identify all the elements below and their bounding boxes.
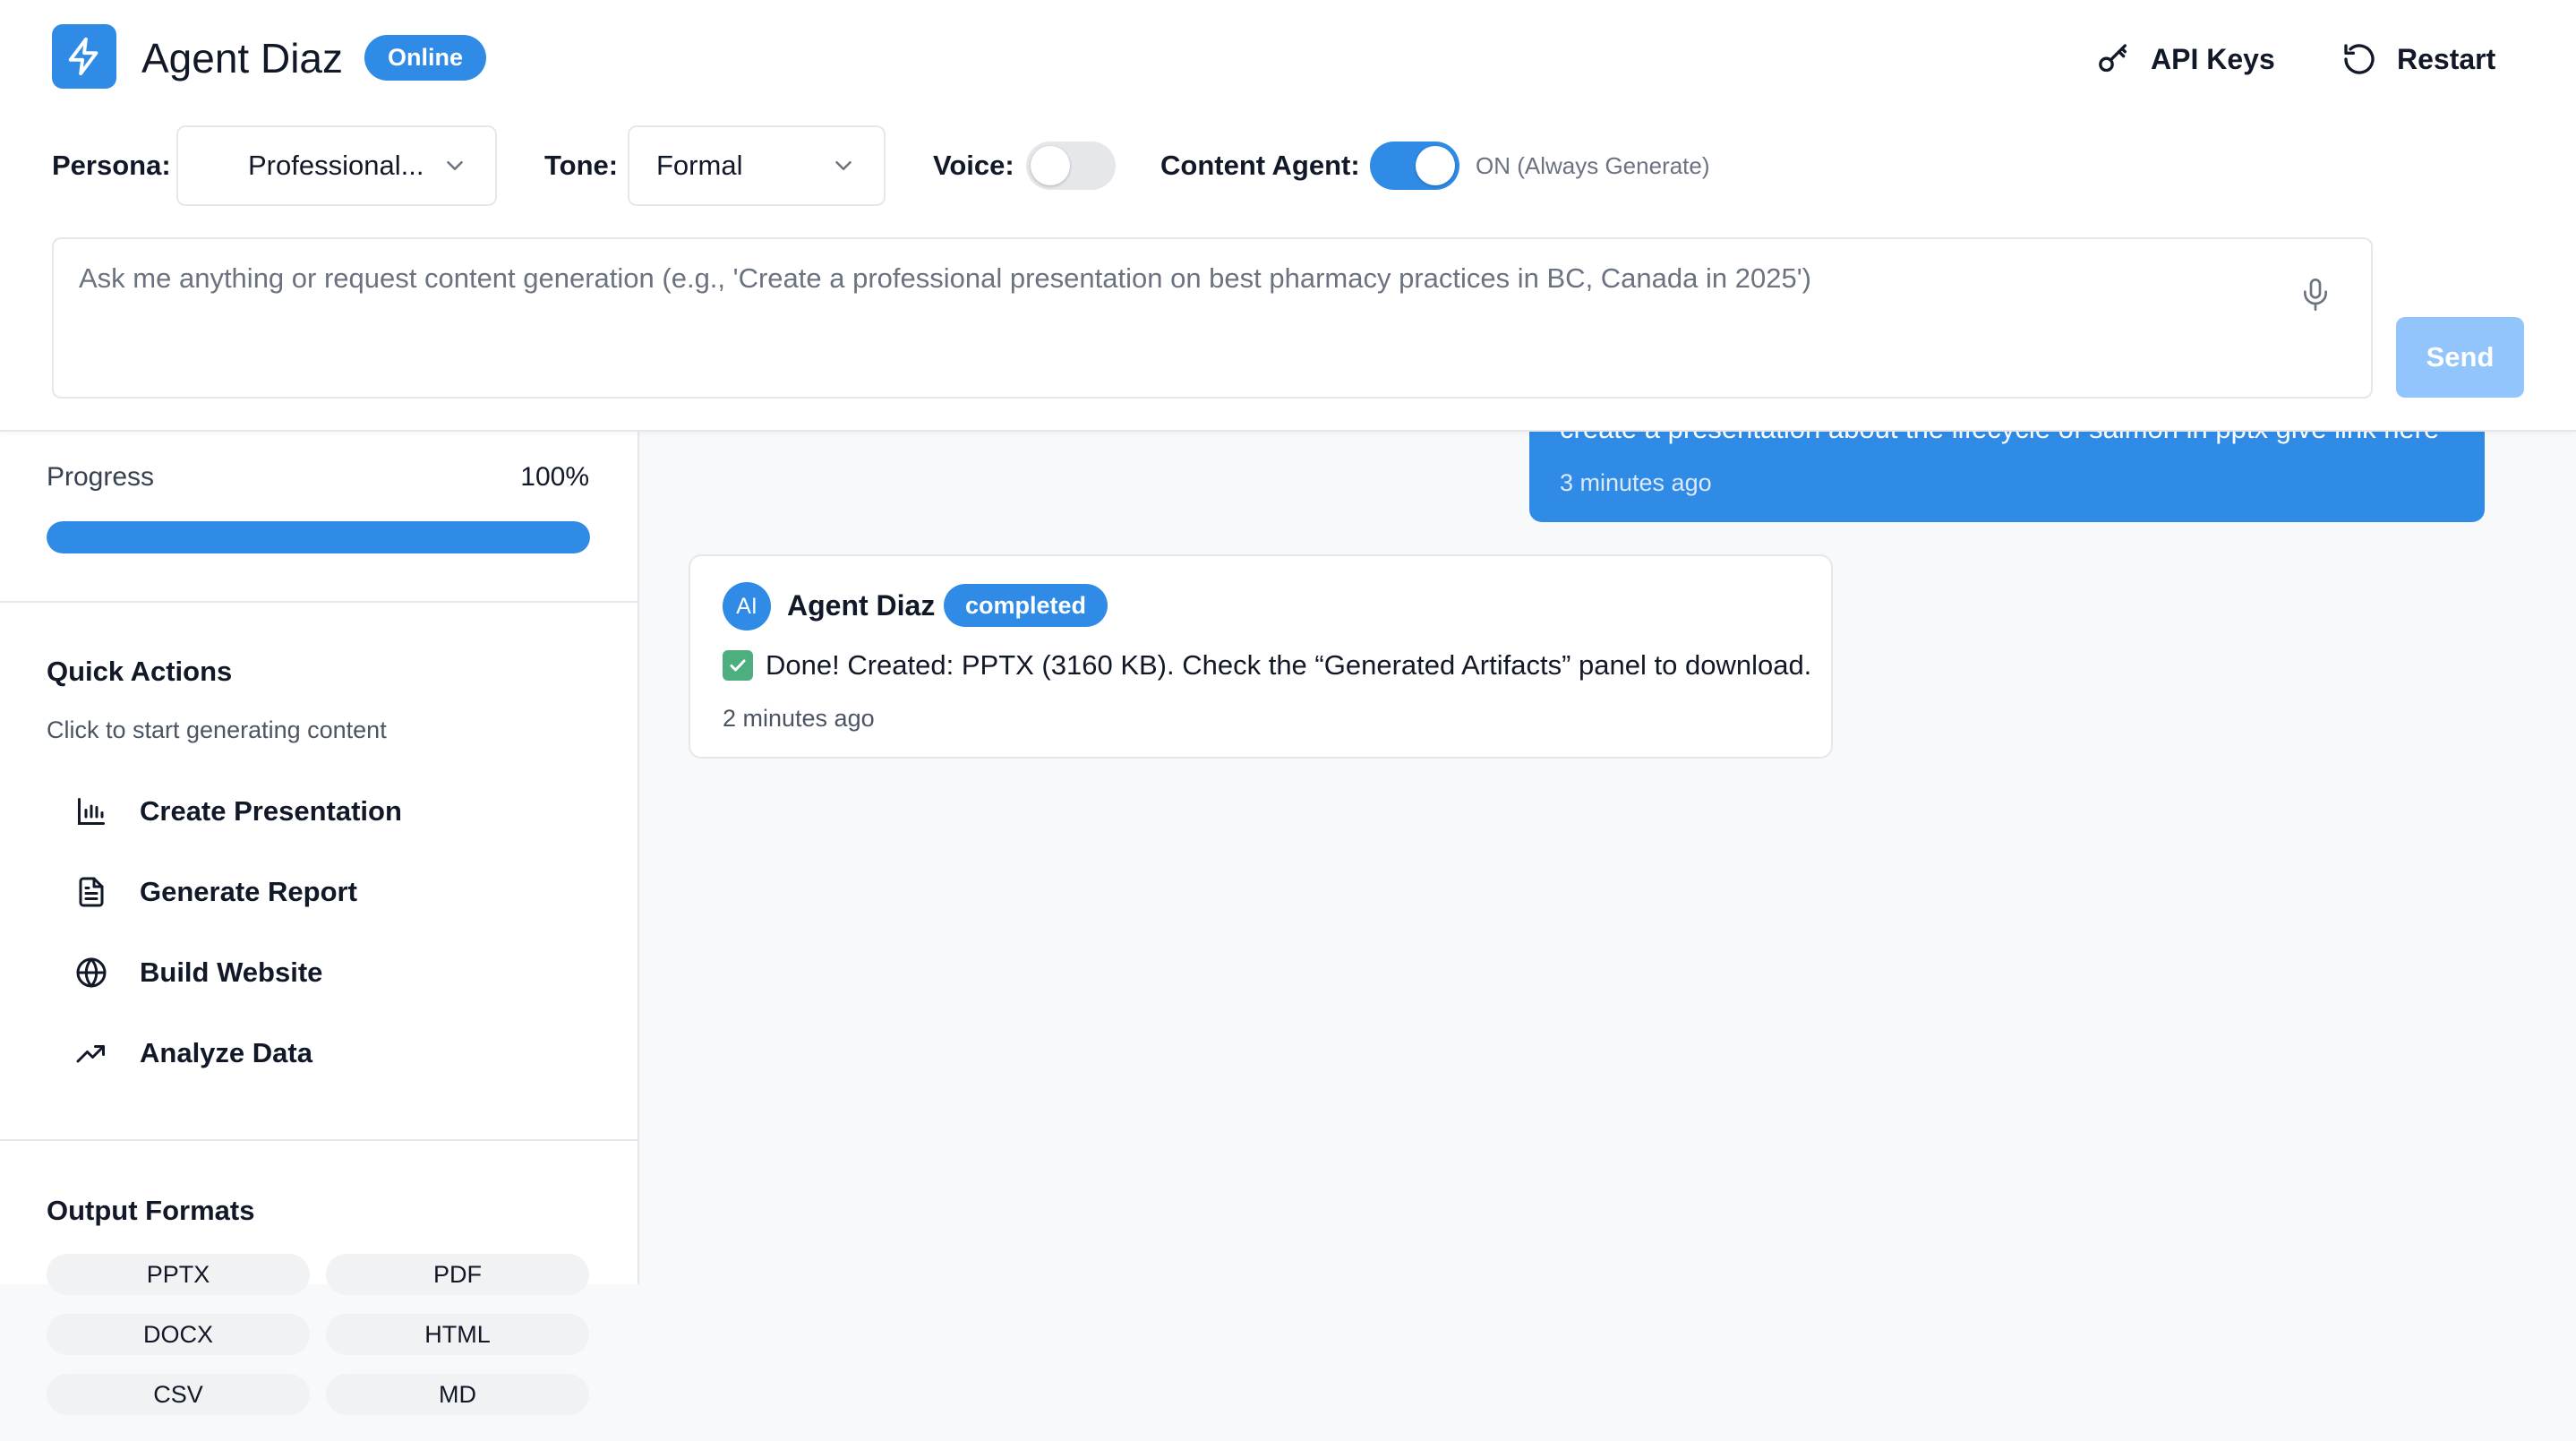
- restart-button[interactable]: Restart: [2341, 34, 2495, 84]
- ai-message-time: 2 minutes ago: [723, 705, 875, 732]
- format-csv[interactable]: CSV: [47, 1374, 310, 1415]
- microphone-icon[interactable]: [2298, 277, 2333, 313]
- globe-icon: [76, 957, 107, 988]
- quick-action-label: Analyze Data: [140, 1037, 312, 1068]
- quick-action-label: Build Website: [140, 956, 323, 988]
- quick-action-generate-report[interactable]: Generate Report: [75, 865, 577, 919]
- key-icon: [2099, 44, 2127, 73]
- progress-value: 100%: [520, 462, 589, 492]
- quick-action-analyze-data[interactable]: Analyze Data: [75, 1026, 577, 1080]
- prompt-input[interactable]: [54, 239, 2274, 397]
- online-status-badge: Online: [364, 35, 487, 81]
- quick-action-label: Create Presentation: [140, 795, 402, 827]
- rotate-ccw-icon: [2344, 44, 2375, 74]
- tone-label: Tone:: [544, 150, 619, 181]
- top-header: Agent Diaz Online API Keys Restart Perso…: [0, 0, 2576, 432]
- ai-message-card: AI Agent Diaz completed Done! Created: P…: [689, 554, 1833, 759]
- progress-label: Progress: [47, 462, 155, 492]
- divider: [0, 1139, 638, 1141]
- bar-chart-icon: [78, 798, 105, 825]
- progress-bar-fill: [47, 521, 590, 553]
- status-badge: completed: [944, 584, 1108, 627]
- ai-message-sender: Agent Diaz: [787, 589, 936, 622]
- format-html[interactable]: HTML: [326, 1314, 589, 1355]
- trending-up-icon: [76, 1045, 105, 1063]
- tone-value: Formal: [656, 150, 743, 181]
- user-message-time: 3 minutes ago: [1560, 469, 1712, 496]
- chevron-down-icon: [447, 161, 463, 170]
- toggle-knob: [1416, 146, 1455, 185]
- document-icon: [79, 877, 104, 907]
- chevron-down-icon: [835, 161, 852, 170]
- voice-label: Voice:: [933, 150, 1014, 181]
- api-keys-button[interactable]: API Keys: [2095, 34, 2275, 84]
- persona-value: Professional...: [248, 150, 424, 181]
- api-keys-label: API Keys: [2151, 42, 2275, 75]
- lightning-bolt-icon: [52, 24, 116, 89]
- format-docx[interactable]: DOCX: [47, 1314, 310, 1355]
- progress-bar: [47, 521, 590, 553]
- quick-action-build-website[interactable]: Build Website: [75, 946, 577, 999]
- send-button[interactable]: Send: [2396, 317, 2524, 398]
- persona-label: Persona:: [52, 150, 171, 181]
- quick-action-label: Generate Report: [140, 876, 357, 907]
- quick-actions-title: Quick Actions: [47, 656, 233, 687]
- format-md[interactable]: MD: [326, 1374, 589, 1415]
- quick-action-create-presentation[interactable]: Create Presentation: [75, 785, 577, 838]
- tone-select[interactable]: Formal: [628, 125, 886, 206]
- check-mark-icon: [723, 650, 753, 681]
- content-agent-status: ON (Always Generate): [1476, 152, 1710, 179]
- app-title: Agent Diaz: [141, 35, 344, 81]
- toggle-knob: [1031, 146, 1070, 185]
- output-formats-title: Output Formats: [47, 1195, 255, 1226]
- ai-message-body: Done! Created: PPTX (3160 KB). Check the…: [723, 649, 1811, 682]
- sidebar: Progress 100% Quick Actions Click to sta…: [0, 432, 639, 1284]
- content-agent-toggle[interactable]: [1370, 142, 1459, 190]
- avatar: AI: [723, 582, 771, 630]
- settings-bar: Persona: Professional... Tone: Formal Vo…: [52, 124, 1843, 208]
- format-pptx[interactable]: PPTX: [47, 1254, 310, 1295]
- prompt-box: [52, 237, 2373, 399]
- format-pdf[interactable]: PDF: [326, 1254, 589, 1295]
- quick-actions-subtitle: Click to start generating content: [47, 716, 387, 743]
- persona-select[interactable]: Professional...: [176, 125, 497, 206]
- ai-message-text: Done! Created: PPTX (3160 KB). Check the…: [766, 649, 1812, 681]
- content-agent-label: Content Agent:: [1160, 150, 1360, 181]
- voice-toggle[interactable]: [1026, 142, 1116, 190]
- divider: [0, 601, 638, 603]
- restart-label: Restart: [2397, 42, 2496, 75]
